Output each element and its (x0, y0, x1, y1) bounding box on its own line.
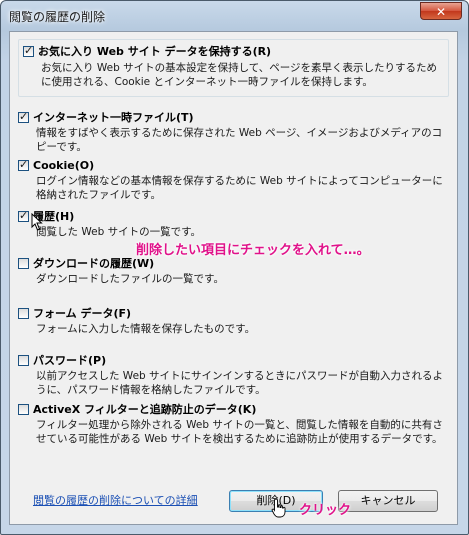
option-cookie: Cookie(O) ログイン情報などの基本情報を保存するために Web サイトに… (18, 157, 449, 201)
option-label: フォーム データ(F) (33, 307, 132, 320)
cancel-button[interactable]: キャンセル (338, 490, 438, 512)
option-label: パスワード(P) (33, 354, 107, 367)
option-description: ダウンロードしたファイルの一覧です。 (36, 273, 224, 285)
option-preserve-favorites: お気に入り Web サイト データを保持する(R) お気に入り Web サイトの… (18, 39, 449, 97)
checkbox-download-history[interactable] (18, 257, 29, 269)
option-description: フォームに入力した情報を保存したものです。 (36, 323, 256, 335)
help-link[interactable]: 閲覧の履歴の削除についての詳細 (33, 492, 198, 508)
option-description: お気に入り Web サイトの基本設定を保持して、ページを素早く表示したりするため… (41, 62, 438, 88)
option-label: Cookie(O) (33, 158, 95, 172)
option-description: ログイン情報などの基本情報を保存するために Web サイトによってコンピューター… (36, 175, 443, 201)
close-icon: ✕ (435, 5, 447, 19)
checkbox-activex-tracking[interactable] (18, 403, 29, 415)
annotation-check-items: 削除したい項目にチェックを入れて…。 (136, 243, 370, 258)
option-download-history: ダウンロードの履歴(W) ダウンロードしたファイルの一覧です。 (18, 255, 449, 285)
option-temporary-files: インターネット一時ファイル(T) 情報をすばやく表示するために保存された Web… (18, 109, 449, 153)
checkbox-cookie[interactable] (18, 159, 29, 171)
option-activex-tracking: ActiveX フィルターと追跡防止のデータ(K) フィルター処理から除外される… (18, 401, 449, 445)
annotation-click: クリック (299, 503, 352, 518)
mouse-cursor-icon (31, 213, 43, 231)
title-bar: 閲覧の履歴の削除 ✕ (1, 1, 468, 31)
delete-browsing-history-dialog: 閲覧の履歴の削除 ✕ お気に入り Web サイト データを保持する(R) お気に… (0, 0, 469, 535)
checkbox-form-data[interactable] (18, 307, 29, 319)
checkbox-passwords[interactable] (18, 354, 29, 366)
checkbox-temporary-files[interactable] (18, 111, 29, 123)
hand-cursor-icon (271, 498, 286, 518)
option-label: インターネット一時ファイル(T) (33, 111, 194, 124)
option-description: 閲覧した Web サイトの一覧です。 (36, 226, 202, 238)
cancel-button-label: キャンセル (360, 494, 416, 507)
checkbox-history[interactable] (18, 210, 29, 222)
dialog-content: お気に入り Web サイト データを保持する(R) お気に入り Web サイトの… (9, 31, 458, 525)
option-form-data: フォーム データ(F) フォームに入力した情報を保存したものです。 (18, 305, 449, 335)
option-passwords: パスワード(P) 以前アクセスした Web サイトにサインインするときにパスワー… (18, 352, 449, 396)
checkbox-preserve-favorites[interactable] (23, 45, 34, 57)
option-label: お気に入り Web サイト データを保持する(R) (38, 45, 272, 58)
option-description: フィルター処理から除外される Web サイトの一覧と、閲覧した情報を自動的に共有… (36, 419, 443, 445)
option-description: 以前アクセスした Web サイトにサインインするときにパスワードが自動入力される… (36, 370, 444, 396)
option-description: 情報をすばやく表示するために保存された Web ページ、イメージおよびメディアの… (36, 127, 443, 153)
option-history: 履歴(H) 閲覧した Web サイトの一覧です。 (18, 208, 449, 238)
close-button[interactable]: ✕ (420, 2, 462, 20)
window-title: 閲覧の履歴の削除 (9, 10, 106, 24)
option-label: ActiveX フィルターと追跡防止のデータ(K) (33, 403, 257, 416)
